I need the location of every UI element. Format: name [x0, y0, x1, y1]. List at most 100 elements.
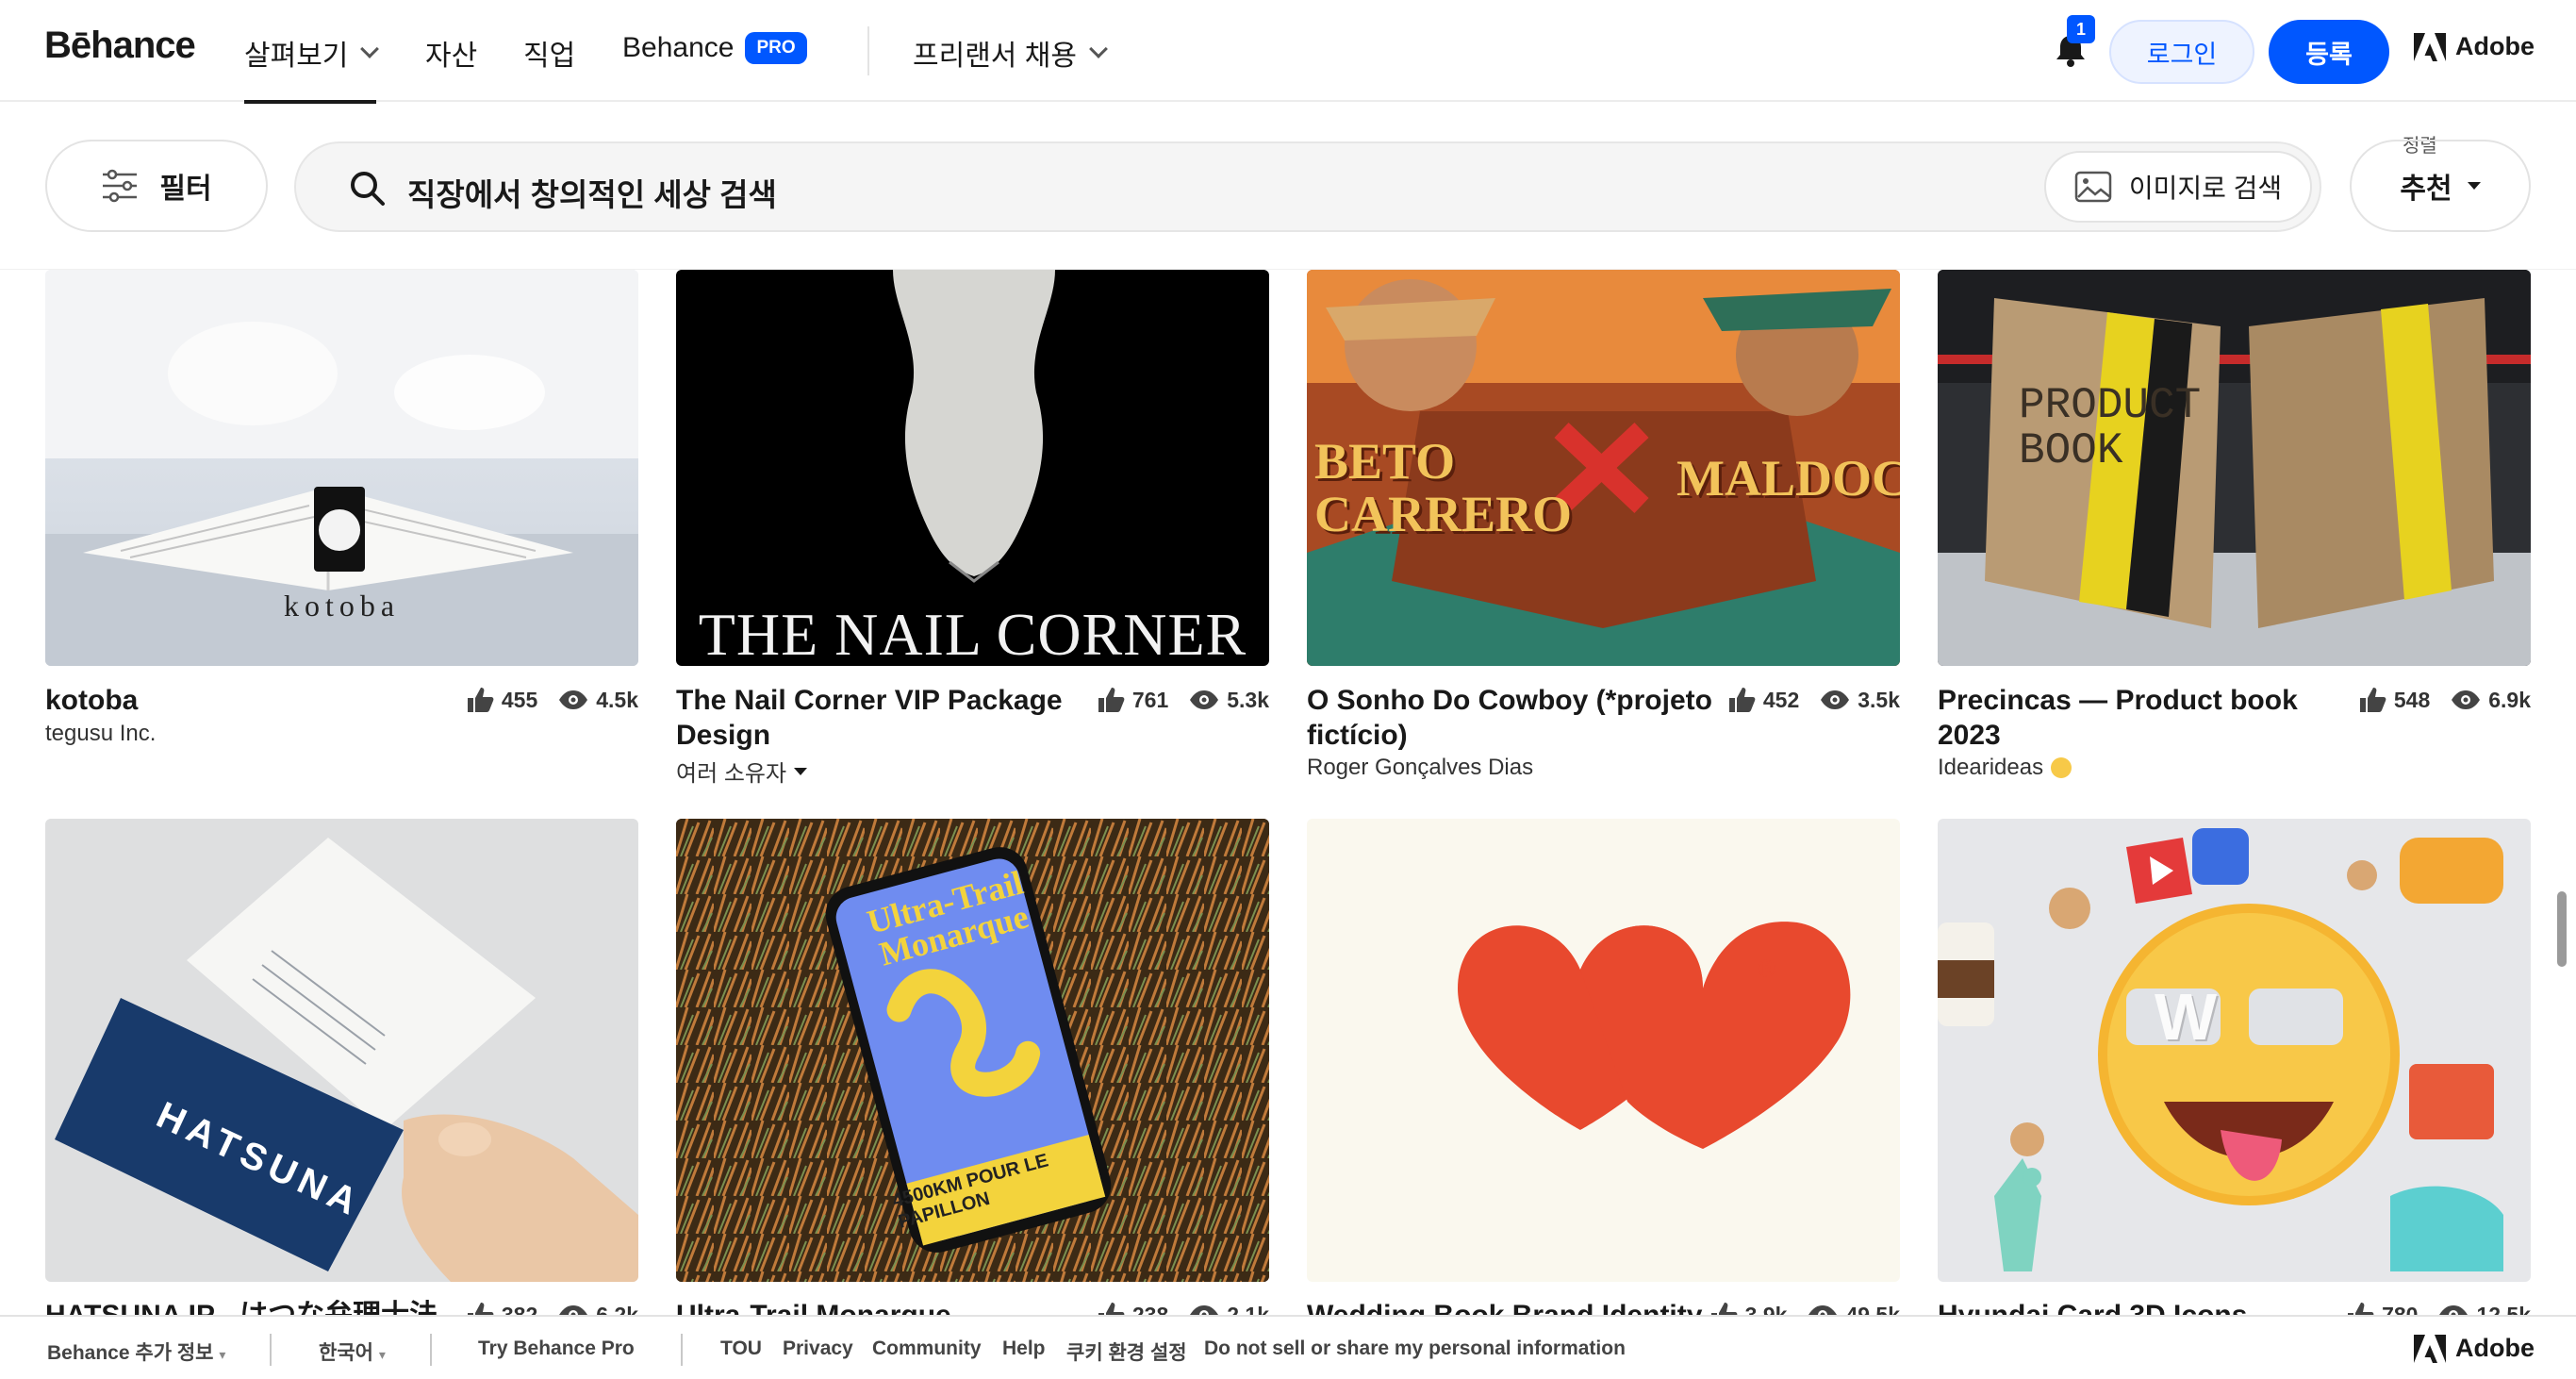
project-thumbnail[interactable]: THE NAIL CORNER — [676, 270, 1269, 666]
thumbs-up-icon — [1728, 688, 1756, 712]
caret-down-icon — [794, 767, 808, 775]
chevron-down-icon — [360, 40, 380, 58]
project-thumbnail[interactable]: PRODUCT BOOK — [1938, 270, 2531, 666]
footer-divider — [270, 1334, 272, 1366]
project-title[interactable]: The Nail Corner VIP Package Design — [676, 683, 1091, 753]
project-owner[interactable]: Idearideas — [1938, 755, 2072, 781]
scrollbar-thumb[interactable] — [2557, 891, 2567, 967]
double-heart-logo-art — [1458, 922, 1851, 1149]
sort-value: 추천 — [2400, 174, 2452, 205]
top-navigation: Bēhance 살펴보기 자산 직업 Behance PRO 프리랜서 채용 1… — [0, 0, 2576, 104]
cover-text: PRODUCT BOOK — [2019, 381, 2202, 475]
nav-hire-freelancers[interactable]: 프리랜서 채용 — [913, 32, 1108, 74]
login-button[interactable]: 로그인 — [2109, 20, 2254, 84]
project-stats: 455 4.5k — [466, 687, 638, 713]
footer-try-pro[interactable]: Try Behance Pro — [478, 1337, 635, 1360]
footer-community-link[interactable]: Community — [872, 1337, 982, 1360]
adobe-label: Adobe — [2455, 32, 2535, 60]
project-title[interactable]: kotoba — [45, 683, 460, 718]
thumbs-up-icon — [1098, 688, 1125, 712]
project-stats: 761 5.3k — [1097, 687, 1269, 713]
project-owner[interactable]: Roger Gonçalves Dias — [1307, 755, 1533, 781]
project-thumbnail[interactable]: ® — [1307, 819, 1900, 1282]
nav-explore[interactable]: 살펴보기 — [244, 32, 380, 104]
nav-divider — [867, 26, 869, 75]
search-icon — [351, 172, 385, 206]
eye-icon — [1821, 690, 1850, 709]
footer-language-select[interactable]: 한국어 ▾ — [319, 1337, 386, 1366]
like-count: 455 — [501, 687, 538, 712]
filter-button[interactable]: 필터 — [45, 140, 268, 232]
image-search-label: 이미지로 검색 — [2128, 174, 2283, 203]
footer-adobe-label: Adobe — [2455, 1334, 2535, 1362]
image-search-button[interactable]: 이미지로 검색 — [2044, 151, 2312, 223]
project-title[interactable]: O Sonho Do Cowboy (*projeto fictício) — [1307, 683, 1722, 753]
registered-mark: ® — [1758, 955, 1776, 983]
cover-text: THE NAIL CORNER — [698, 601, 1247, 666]
behance-logo[interactable]: Bēhance — [44, 25, 196, 67]
pro-badge: PRO — [745, 32, 807, 64]
project-thumbnail[interactable]: kotoba — [45, 270, 638, 666]
footer-more-info[interactable]: Behance 추가 정보 ▾ — [47, 1337, 225, 1366]
filter-label: 필터 — [159, 174, 212, 205]
footer-cookie-link[interactable]: 쿠키 환경 설정 — [1066, 1337, 1187, 1366]
eye-icon — [559, 690, 588, 709]
footer-do-not-sell-link[interactable]: Do not sell or share my personal informa… — [1204, 1337, 1626, 1360]
cover-text: kotoba — [283, 589, 401, 623]
nav-hire-label: 프리랜서 채용 — [913, 41, 1077, 72]
project-thumbnail[interactable]: BETO CARRERO MALDOCK — [1307, 270, 1900, 666]
view-count: 6.9k — [2488, 687, 2531, 712]
like-count: 761 — [1131, 687, 1169, 712]
footer-language-label: 한국어 — [319, 1342, 373, 1364]
project-title[interactable]: Precincas — Product book 2023 — [1938, 683, 2353, 753]
project-stats: 548 6.9k — [2358, 687, 2531, 713]
filter-sliders-icon — [103, 169, 138, 203]
sort-dropdown[interactable]: 추천 — [2350, 140, 2531, 232]
image-icon — [2074, 171, 2112, 203]
adobe-link[interactable]: Adobe — [2414, 32, 2535, 61]
footer-adobe-link[interactable]: Adobe — [2414, 1334, 2535, 1363]
thumbs-up-icon — [467, 688, 494, 712]
signup-button[interactable]: 등록 — [2269, 20, 2389, 84]
notification-count-badge: 1 — [2067, 15, 2095, 43]
nav-assets-label: 자산 — [425, 41, 478, 72]
nav-assets[interactable]: 자산 — [425, 32, 477, 74]
footer-tou-link[interactable]: TOU — [720, 1337, 762, 1360]
caret-down-icon: ▾ — [219, 1347, 226, 1362]
project-thumbnail[interactable]: HATSUNA — [45, 819, 638, 1282]
like-count: 548 — [2393, 687, 2431, 712]
search-placeholder: 직장에서 창의적인 세상 검색 — [407, 177, 777, 212]
view-count: 5.3k — [1227, 687, 1269, 712]
nav-jobs-label: 직업 — [523, 41, 576, 72]
project-owner[interactable]: tegusu Inc. — [45, 721, 156, 747]
cover-text-left: BETO CARRERO — [1314, 433, 1573, 542]
sun-badge-icon — [2051, 757, 2072, 778]
footer-help-link[interactable]: Help — [1002, 1337, 1046, 1360]
eye-icon — [2452, 690, 2481, 709]
search-input[interactable]: 직장에서 창의적인 세상 검색 이미지로 검색 — [294, 141, 2321, 232]
nav-behance-pro-label: Behance — [622, 32, 735, 63]
view-count: 3.5k — [1858, 687, 1900, 712]
cover-text: W — [2155, 980, 2255, 1054]
project-owner-multiple[interactable]: 여러 소유자 — [676, 755, 808, 788]
owner-label: Idearideas — [1938, 755, 2044, 780]
project-thumbnail[interactable]: Ultra-Trail Monarque 4500KM POUR LE PAPI… — [676, 819, 1269, 1282]
project-thumbnail[interactable]: W — [1938, 819, 2531, 1282]
view-count: 4.5k — [596, 687, 638, 712]
adobe-logo-icon — [2414, 1334, 2446, 1363]
caret-down-icon — [2467, 182, 2481, 190]
footer-more-info-label: Behance 추가 정보 — [47, 1342, 214, 1364]
eye-icon — [1190, 690, 1219, 709]
footer-privacy-link[interactable]: Privacy — [783, 1337, 853, 1360]
nav-jobs[interactable]: 직업 — [523, 32, 575, 74]
caret-down-icon: ▾ — [378, 1347, 386, 1362]
nav-behance-pro[interactable]: Behance PRO — [622, 32, 807, 64]
owner-label: 여러 소유자 — [676, 761, 787, 787]
footer-divider — [430, 1334, 432, 1366]
thumbs-up-icon — [2359, 688, 2386, 712]
chevron-down-icon — [1089, 40, 1108, 58]
adobe-logo-icon — [2414, 32, 2446, 61]
nav-explore-label: 살펴보기 — [244, 41, 349, 72]
project-stats: 452 3.5k — [1727, 687, 1900, 713]
footer-divider — [681, 1334, 683, 1366]
